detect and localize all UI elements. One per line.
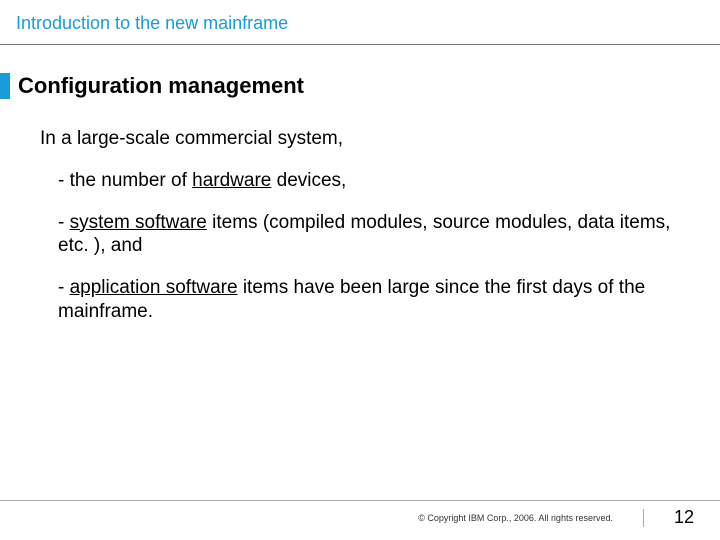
slide-header: Introduction to the new mainframe	[0, 0, 720, 45]
intro-text: In a large-scale commercial system,	[40, 127, 680, 151]
bullet-3-underline: application software	[70, 277, 238, 298]
bullet-1-suffix: devices,	[271, 170, 346, 191]
bullet-1-prefix: - the number of	[58, 170, 192, 191]
slide-body: In a large-scale commercial system, - th…	[0, 99, 720, 342]
bullet-2: - system software items (compiled module…	[40, 211, 680, 259]
bullet-1: - the number of hardware devices,	[40, 169, 680, 193]
copyright-text: © Copyright IBM Corp., 2006. All rights …	[418, 513, 613, 523]
title-row: Configuration management	[0, 73, 720, 99]
bullet-2-underline: system software	[70, 212, 207, 233]
title-accent-bar	[0, 73, 10, 99]
bullet-1-underline: hardware	[192, 170, 271, 191]
bullet-3-prefix: -	[58, 277, 70, 298]
bullet-2-prefix: -	[58, 212, 70, 233]
bullet-3: - application software items have been l…	[40, 276, 680, 324]
slide-footer: © Copyright IBM Corp., 2006. All rights …	[0, 500, 720, 528]
slide: Introduction to the new mainframe	[0, 0, 720, 540]
slide-title: Configuration management	[18, 73, 304, 99]
header-title: Introduction to the new mainframe	[16, 13, 288, 34]
footer-divider	[643, 509, 644, 527]
page-number: 12	[674, 507, 694, 528]
ibm-logo-icon	[650, 12, 704, 34]
